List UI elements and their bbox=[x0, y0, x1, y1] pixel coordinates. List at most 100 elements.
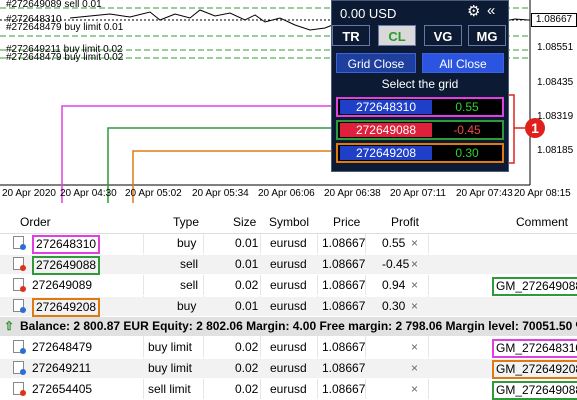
col-header-type[interactable]: Type bbox=[173, 215, 199, 229]
order-icon bbox=[13, 361, 26, 375]
cell-symbol: eurusd bbox=[270, 257, 307, 271]
col-header-price[interactable]: Price bbox=[333, 215, 360, 229]
cell-size: 0.02 bbox=[235, 361, 259, 375]
cell-order: 272648310 bbox=[32, 235, 101, 254]
close-order-icon[interactable]: × bbox=[411, 257, 418, 271]
y-axis-tick: 1.08185 bbox=[537, 145, 574, 156]
table-row[interactable]: 272648310 buy 0.01 eurusd 1.08667 0.55 × bbox=[0, 234, 577, 254]
grid-id: 272649208 bbox=[340, 146, 432, 160]
close-order-icon[interactable]: × bbox=[411, 340, 418, 354]
table-row[interactable]: 272648479 buy limit 0.02 eurusd 1.08667 GM_27… bbox=[0, 338, 577, 358]
table-row[interactable]: 272649211 buy limit 0.02 eurusd 1.08667 GM_27… bbox=[0, 359, 577, 379]
x-axis-tick: 20 Apr 05:02 bbox=[125, 188, 182, 199]
panel-balance: 0.00 USD bbox=[340, 6, 397, 21]
col-header-order[interactable]: Order bbox=[20, 215, 51, 229]
table-header: Order Type Size Symbol Price Profit Comm… bbox=[0, 211, 577, 234]
col-header-size[interactable]: Size bbox=[233, 215, 256, 229]
table-row[interactable]: 272649088 sell 0.01 eurusd 1.08667 -0.45 × bbox=[0, 255, 577, 275]
close-order-icon[interactable]: × bbox=[411, 236, 418, 250]
cell-type: buy bbox=[177, 236, 197, 250]
cell-comment: GM_272649208 bbox=[492, 360, 577, 379]
y-axis-tick: 1.08435 bbox=[537, 77, 574, 88]
cell-price: 1.08667 bbox=[322, 278, 366, 292]
order-type-dot bbox=[20, 286, 26, 292]
gear-icon[interactable]: ⚙ bbox=[467, 4, 480, 20]
cell-comment: GM_272649088 bbox=[492, 381, 577, 400]
chart-line-label: #272648479 buy limit 0.02 bbox=[6, 52, 124, 63]
cell-type: sell limit bbox=[148, 382, 191, 396]
tab-mg[interactable]: MG bbox=[468, 25, 506, 46]
grid-id: 272649088 bbox=[340, 123, 432, 137]
cell-symbol: eurusd bbox=[270, 278, 307, 292]
current-price-flag: 1.08667 bbox=[531, 13, 577, 27]
cell-profit: -0.45 bbox=[382, 257, 410, 271]
cell-size: 0.01 bbox=[235, 299, 259, 313]
order-icon bbox=[13, 278, 26, 292]
order-type-dot bbox=[20, 244, 26, 250]
grid-row[interactable]: 272649208 0.30 bbox=[336, 143, 504, 163]
order-icon bbox=[13, 340, 26, 354]
cell-order: 272649211 bbox=[32, 361, 92, 375]
cell-price: 1.08667 bbox=[322, 340, 366, 354]
cell-size: 0.01 bbox=[235, 257, 259, 271]
panel-header: 0.00 USD ⚙ « bbox=[332, 1, 508, 25]
x-axis-tick: 20 Apr 07:11 bbox=[390, 188, 446, 199]
order-type-dot bbox=[20, 390, 26, 396]
order-icon bbox=[13, 257, 26, 271]
trade-table: Order Type Size Symbol Price Profit Comm… bbox=[0, 211, 577, 400]
cell-size: 0.02 bbox=[235, 340, 259, 354]
col-header-comment[interactable]: Comment bbox=[516, 215, 568, 229]
cell-profit: 0.55 bbox=[382, 236, 406, 250]
table-row[interactable]: 272649089 sell 0.02 eurusd 1.08667 0.94 GM_272… bbox=[0, 276, 577, 296]
cell-order: 272649089 bbox=[32, 278, 93, 292]
order-type-dot bbox=[20, 265, 26, 271]
cell-profit: 0.94 bbox=[382, 278, 406, 292]
cell-symbol: eurusd bbox=[270, 299, 307, 313]
cell-type: sell bbox=[180, 278, 199, 292]
order-icon bbox=[13, 299, 26, 313]
callout-badge: 1 bbox=[525, 118, 545, 138]
col-header-symbol[interactable]: Symbol bbox=[269, 215, 309, 229]
chart-line-label: #272649089 sell 0.01 bbox=[6, 0, 102, 10]
cell-price: 1.08667 bbox=[322, 236, 366, 250]
table-row[interactable]: 272654405 sell limit 0.02 eurusd 1.08667 GM_2… bbox=[0, 380, 577, 400]
close-order-icon[interactable]: × bbox=[411, 278, 418, 292]
account-summary-text: Balance: 2 800.87 EUR Equity: 2 802.06 M… bbox=[20, 319, 577, 333]
grid-close-button[interactable]: Grid Close bbox=[336, 53, 416, 73]
grid-profit: -0.45 bbox=[434, 123, 500, 137]
select-grid-label: Select the grid bbox=[381, 77, 459, 91]
x-axis-tick: 20 Apr 06:06 bbox=[258, 188, 315, 199]
cell-size: 0.02 bbox=[235, 278, 259, 292]
close-order-icon[interactable]: × bbox=[411, 382, 418, 396]
table-row[interactable]: 272649208 buy 0.01 eurusd 1.08667 0.30 × bbox=[0, 297, 577, 317]
cell-symbol: eurusd bbox=[270, 382, 307, 396]
tab-tr[interactable]: TR bbox=[332, 25, 370, 46]
cell-symbol: eurusd bbox=[270, 236, 307, 250]
grid-id: 272648310 bbox=[340, 100, 432, 114]
x-axis-tick: 20 Apr 06:38 bbox=[324, 188, 381, 199]
order-type-dot bbox=[20, 348, 26, 354]
order-icon bbox=[13, 236, 26, 250]
all-close-button[interactable]: All Close bbox=[422, 53, 504, 73]
cell-price: 1.08667 bbox=[322, 361, 366, 375]
close-order-icon[interactable]: × bbox=[411, 361, 418, 375]
close-order-icon[interactable]: × bbox=[411, 299, 418, 313]
x-axis-tick: 20 Apr 2020 bbox=[2, 188, 56, 199]
cell-profit: 0.30 bbox=[382, 299, 406, 313]
grid-manager-panel: 0.00 USD ⚙ « TR CL VG MG Grid Close All … bbox=[331, 0, 509, 172]
cell-symbol: eurusd bbox=[270, 340, 307, 354]
up-arrow-icon: ⇧ bbox=[4, 319, 15, 333]
grid-row[interactable]: 272648310 0.55 bbox=[336, 97, 504, 117]
tab-cl[interactable]: CL bbox=[378, 25, 416, 46]
cell-order: 272648479 bbox=[32, 340, 93, 354]
order-type-dot bbox=[20, 369, 26, 375]
double-chevron-left-icon[interactable]: « bbox=[487, 3, 495, 19]
cell-size: 0.01 bbox=[235, 236, 259, 250]
tab-vg[interactable]: VG bbox=[424, 25, 462, 46]
grid-profit: 0.55 bbox=[434, 100, 500, 114]
grid-row[interactable]: 272649088 -0.45 bbox=[336, 120, 504, 140]
col-header-profit[interactable]: Profit bbox=[391, 215, 419, 229]
order-icon bbox=[13, 382, 26, 396]
cell-size: 0.02 bbox=[235, 382, 259, 396]
cell-symbol: eurusd bbox=[270, 361, 307, 375]
